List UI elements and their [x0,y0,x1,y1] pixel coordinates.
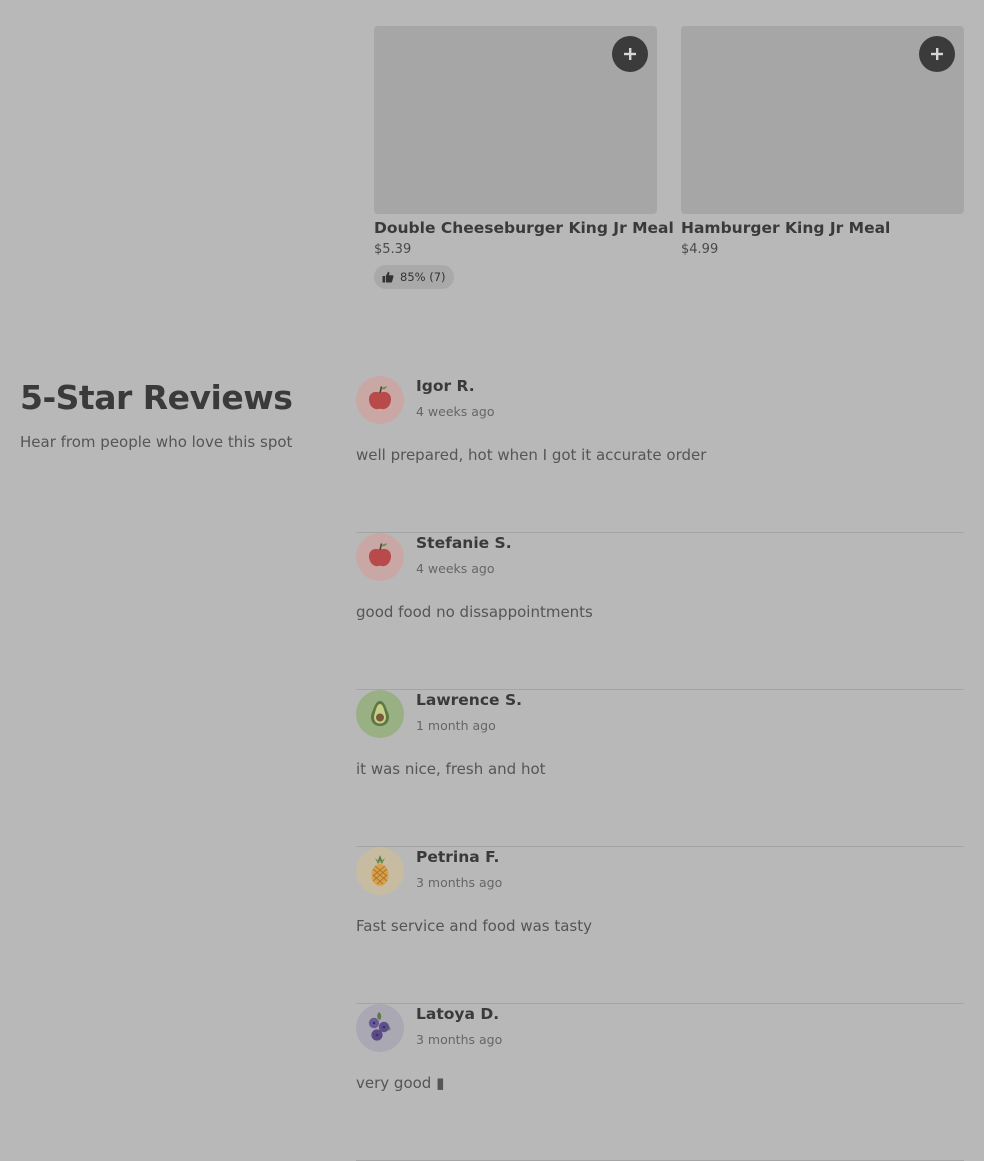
review-item: Igor R. 4 weeks ago well prepared, hot w… [356,376,964,533]
pineapple-icon [356,847,404,895]
review-item: Petrina F. 3 months ago Fast service and… [356,847,964,1004]
add-to-cart-button[interactable] [919,36,955,72]
review-text: Fast service and food was tasty [356,917,593,935]
product-price: $4.99 [681,242,719,257]
blueberries-icon [356,1004,404,1052]
review-item: Stefanie S. 4 weeks ago good food no dis… [356,533,964,690]
review-author: Stefanie S. [416,534,512,552]
review-author: Igor R. [416,377,475,395]
avatar [356,847,404,895]
review-text: well prepared, hot when I got it accurat… [356,446,707,464]
avocado-icon [356,690,404,738]
product-image[interactable] [374,26,657,214]
review-author: Lawrence S. [416,691,522,709]
thumbs-up-icon [382,271,394,283]
avatar [356,1004,404,1052]
product-name[interactable]: Hamburger King Jr Meal [681,219,964,237]
apple-icon [356,533,404,581]
review-item: Latoya D. 3 months ago very good ▮ [356,1004,964,1161]
rating-text: 85% (7) [400,270,446,284]
product-card[interactable]: Double Cheeseburger King Jr Meal $5.39 8… [374,26,674,289]
review-text: it was nice, fresh and hot [356,760,546,778]
review-item: Lawrence S. 1 month ago it was nice, fre… [356,690,964,847]
reviews-section-subtitle: Hear from people who love this spot [20,433,293,451]
avatar [356,376,404,424]
apple-icon [356,376,404,424]
review-author: Petrina F. [416,848,500,866]
product-price: $5.39 [374,242,412,257]
review-date: 3 months ago [416,875,503,890]
plus-icon [624,48,636,60]
product-image[interactable] [681,26,964,214]
avatar [356,690,404,738]
review-date: 4 weeks ago [416,561,495,576]
plus-icon [931,48,943,60]
review-text: very good ▮ [356,1074,445,1092]
reviews-section-title: 5-Star Reviews [20,378,293,417]
review-date: 1 month ago [416,718,496,733]
review-author: Latoya D. [416,1005,500,1023]
review-date: 4 weeks ago [416,404,495,419]
avatar [356,533,404,581]
review-date: 3 months ago [416,1032,503,1047]
product-name[interactable]: Double Cheeseburger King Jr Meal [374,219,674,237]
product-card[interactable]: Hamburger King Jr Meal $4.99 [681,26,964,258]
rating-badge: 85% (7) [374,265,454,289]
add-to-cart-button[interactable] [612,36,648,72]
review-text: good food no dissappointments [356,603,593,621]
